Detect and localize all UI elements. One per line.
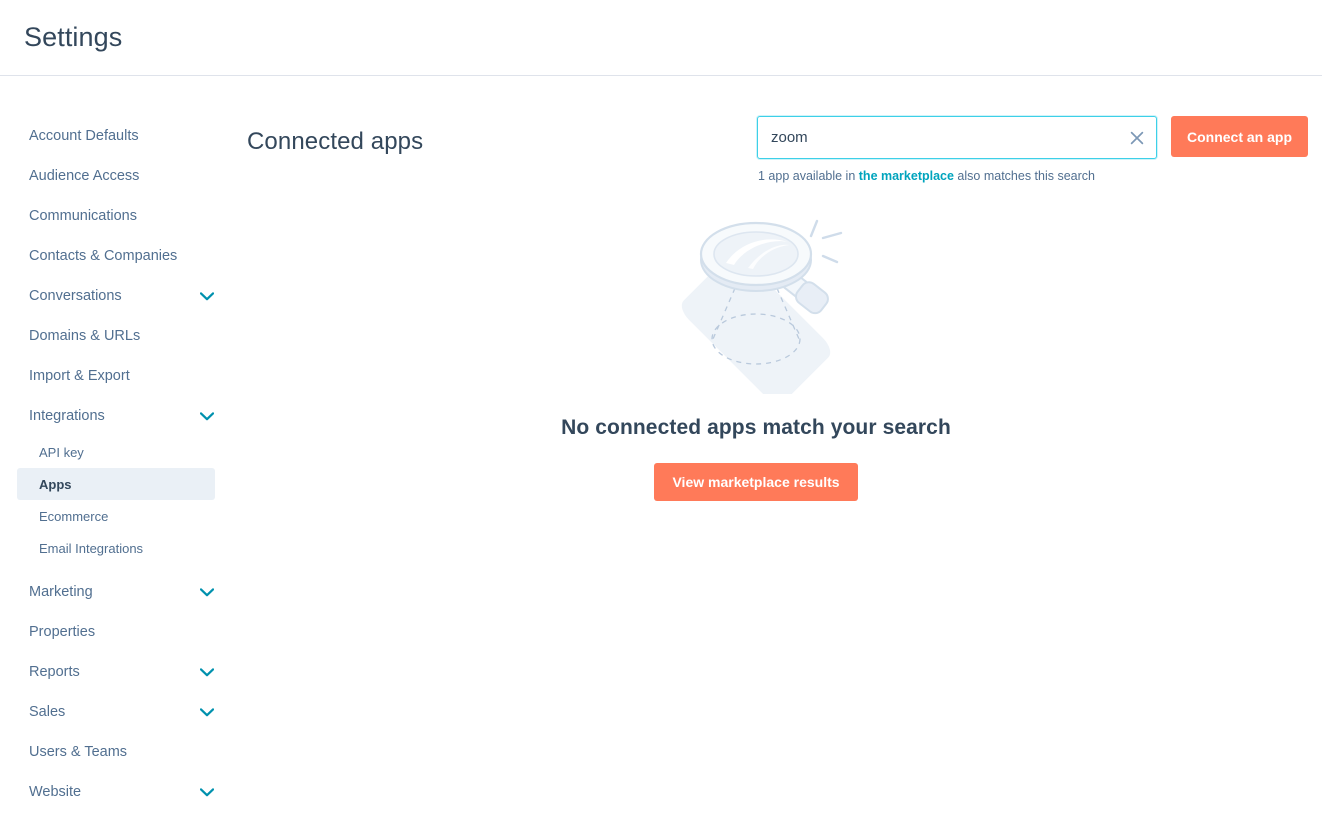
sidebar-subitem-label: API key	[39, 444, 84, 460]
connect-an-app-button[interactable]: Connect an app	[1170, 116, 1308, 157]
sidebar-item-label: Conversations	[29, 287, 122, 304]
main-content: Connected apps 1 app available in the ma…	[232, 76, 1322, 502]
sidebar-item-email-integrations[interactable]: Email Integrations	[17, 532, 215, 564]
search-hint-prefix: 1 app available in	[757, 169, 859, 183]
sidebar-item-users-teams[interactable]: Users & Teams	[0, 732, 232, 772]
app-header: Settings	[0, 0, 1322, 76]
sidebar-item-account-defaults[interactable]: Account Defaults	[0, 116, 232, 156]
sidebar-item-label: Sales	[29, 703, 66, 720]
sidebar-item-import-export[interactable]: Import & Export	[0, 356, 232, 396]
search-input[interactable]	[756, 116, 1157, 159]
chevron-down-icon[interactable]	[199, 584, 215, 600]
toolbar-right: 1 app available in the marketplace also …	[756, 116, 1308, 184]
sidebar-item-label: Audience Access	[29, 167, 140, 184]
chevron-down-icon[interactable]	[199, 408, 215, 424]
sidebar-item-conversations[interactable]: Conversations	[0, 276, 232, 316]
sidebar-item-label: Account Defaults	[29, 127, 139, 144]
body-container: Account Defaults Audience Access Communi…	[0, 76, 1322, 829]
search-hint-suffix: also matches this search	[953, 169, 1095, 183]
chevron-down-icon[interactable]	[199, 664, 215, 680]
close-icon[interactable]	[1128, 129, 1146, 147]
connected-apps-toolbar: Connected apps 1 app available in the ma…	[232, 116, 1308, 184]
search-wrap	[756, 116, 1157, 159]
sidebar-item-label: Contacts & Companies	[29, 247, 178, 264]
sidebar-item-website[interactable]: Website	[0, 772, 232, 812]
connected-apps-title: Connected apps	[247, 128, 424, 155]
sidebar-item-label: Domains & URLs	[29, 327, 141, 344]
page-title: Settings	[24, 22, 123, 52]
integrations-subnav: API key Apps Ecommerce Email Integration…	[0, 436, 232, 564]
sidebar-item-api-key[interactable]: API key	[17, 436, 215, 468]
sidebar-item-properties[interactable]: Properties	[0, 612, 232, 652]
sidebar-item-label: Integrations	[29, 407, 105, 424]
empty-state: No connected apps match your search View…	[232, 194, 1308, 502]
magnifying-glass-illustration	[651, 194, 861, 404]
empty-state-title: No connected apps match your search	[561, 416, 951, 440]
sidebar-item-integrations[interactable]: Integrations	[0, 396, 232, 436]
marketplace-link[interactable]: the marketplace	[859, 169, 954, 183]
sidebar-item-label: Properties	[29, 623, 96, 640]
sidebar-item-marketing[interactable]: Marketing	[0, 572, 232, 612]
sidebar-subitem-label: Apps	[39, 476, 72, 492]
sidebar-item-sales[interactable]: Sales	[0, 692, 232, 732]
sidebar-item-reports[interactable]: Reports	[0, 652, 232, 692]
sidebar-item-domains-urls[interactable]: Domains & URLs	[0, 316, 232, 356]
view-marketplace-results-button[interactable]: View marketplace results	[654, 463, 858, 502]
sidebar-item-audience-access[interactable]: Audience Access	[0, 156, 232, 196]
sidebar-item-apps[interactable]: Apps	[17, 468, 215, 500]
chevron-down-icon[interactable]	[199, 704, 215, 720]
sidebar-item-ecommerce[interactable]: Ecommerce	[17, 500, 215, 532]
sidebar-item-label: Import & Export	[29, 367, 130, 384]
settings-sidebar: Account Defaults Audience Access Communi…	[0, 76, 232, 812]
sidebar-subitem-label: Ecommerce	[39, 508, 109, 524]
sidebar-item-contacts-companies[interactable]: Contacts & Companies	[0, 236, 232, 276]
sidebar-item-label: Users & Teams	[29, 743, 128, 760]
sidebar-item-label: Communications	[29, 207, 137, 224]
chevron-down-icon[interactable]	[199, 288, 215, 304]
sidebar-subitem-label: Email Integrations	[39, 540, 144, 556]
chevron-down-icon[interactable]	[199, 784, 215, 800]
sidebar-item-label: Marketing	[29, 583, 93, 600]
search-block: 1 app available in the marketplace also …	[756, 116, 1157, 184]
search-hint: 1 app available in the marketplace also …	[757, 168, 1157, 184]
sidebar-item-communications[interactable]: Communications	[0, 196, 232, 236]
sidebar-item-label: Website	[29, 783, 82, 800]
sidebar-item-label: Reports	[29, 663, 80, 680]
